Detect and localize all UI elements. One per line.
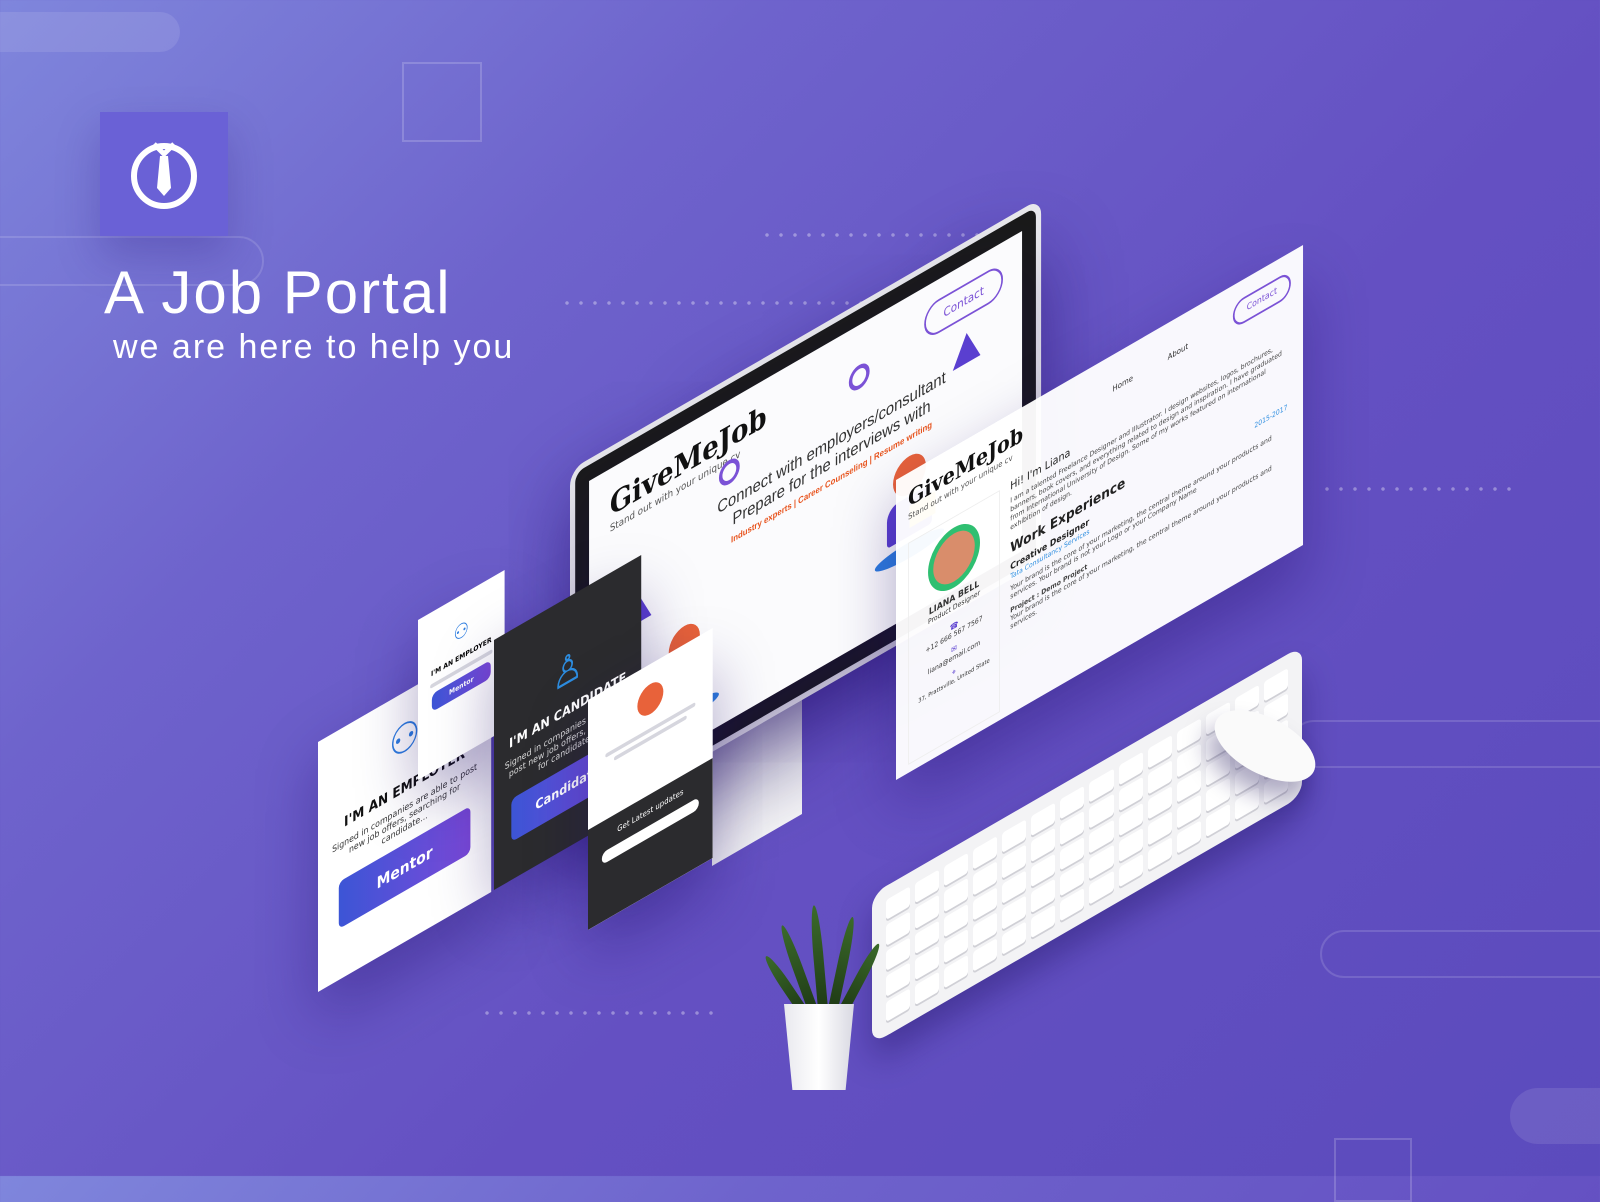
bg-dots <box>760 232 980 238</box>
bg-square-outline <box>402 62 482 142</box>
decor-ring <box>848 359 870 395</box>
nav-about[interactable]: About <box>1168 341 1188 362</box>
contact-button[interactable]: Contact <box>924 262 1003 342</box>
plant-pot <box>784 1004 854 1090</box>
bg-pill <box>0 12 180 52</box>
mobile-illustration <box>637 676 664 722</box>
newsletter-section: Get Latest updates <box>588 758 713 930</box>
employer-small-screen: ⚇ I'M AN EMPLOYER Mentor <box>418 570 505 780</box>
profile-card: LIANA BELL Product Designer ☎ +12 666 56… <box>908 490 1000 765</box>
page-subtitle: we are here to help you <box>113 328 515 366</box>
bg-pill-outline <box>1290 720 1600 768</box>
bg-pill-outline <box>1320 930 1600 978</box>
tie-in-circle-icon <box>131 142 197 209</box>
text-line <box>613 715 687 761</box>
bg-square-outline <box>1334 1138 1412 1202</box>
profile-contact-button[interactable]: Contact <box>1232 270 1291 330</box>
nav-home[interactable]: Home <box>1113 373 1133 394</box>
app-logo <box>100 112 228 236</box>
bg-dots <box>480 1010 720 1016</box>
page-title: A Job Portal <box>104 259 452 326</box>
employer-card-small: ⚇ I'M AN EMPLOYER Mentor <box>418 570 505 780</box>
bg-pill <box>1510 1088 1600 1144</box>
bg-dots <box>1320 486 1520 492</box>
